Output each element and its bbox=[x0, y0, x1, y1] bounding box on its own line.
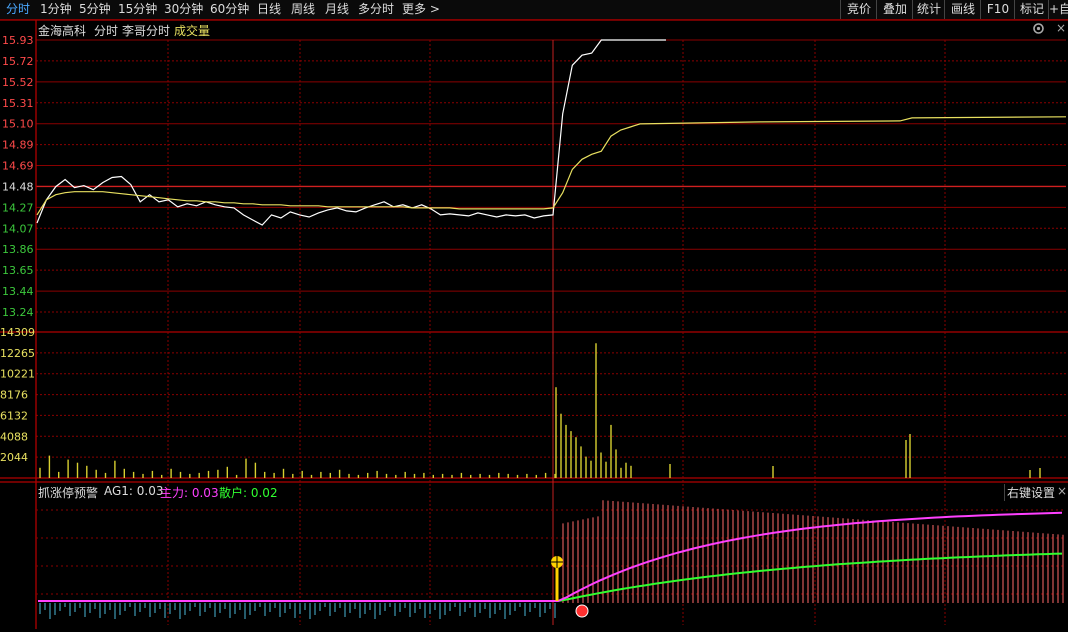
indicator-close-icon[interactable]: × bbox=[1057, 484, 1067, 498]
price-tick-label: 14.27 bbox=[2, 201, 34, 214]
indicator-retail: 散户: 0.02 bbox=[219, 486, 278, 500]
price-tick-label: 13.65 bbox=[2, 264, 34, 277]
price-tick-label: 13.24 bbox=[2, 306, 34, 319]
price-tick-label: 15.93 bbox=[2, 34, 34, 47]
price-tick-label: 14.07 bbox=[2, 222, 34, 235]
price-tick-label: 13.44 bbox=[2, 285, 34, 298]
price-tick-label: 13.86 bbox=[2, 243, 34, 256]
indicator-main-force: 主力: 0.03 bbox=[160, 486, 219, 500]
price-tick-label: 14.48 bbox=[2, 180, 34, 193]
right-click-settings[interactable]: 右键设置 bbox=[1004, 484, 1055, 501]
price-tick-label: 14.69 bbox=[2, 160, 34, 173]
price-tick-label: 15.31 bbox=[2, 97, 34, 110]
volume-tick-label: 6132 bbox=[0, 409, 28, 422]
indicator-name: 抓涨停预警 bbox=[38, 486, 99, 500]
volume-tick-label: 14309 bbox=[0, 326, 35, 339]
price-tick-label: 15.10 bbox=[2, 118, 34, 131]
price-tick-label: 15.72 bbox=[2, 55, 34, 68]
volume-tick-label: 4088 bbox=[0, 430, 28, 443]
volume-tick-label: 12265 bbox=[0, 347, 35, 360]
price-tick-label: 14.89 bbox=[2, 139, 34, 152]
volume-tick-label: 10221 bbox=[0, 368, 35, 381]
price-line bbox=[36, 39, 666, 226]
volume-tick-label: 8176 bbox=[0, 389, 28, 402]
volume-tick-label: 2044 bbox=[0, 451, 28, 464]
intraday-chart: 15.93 15.72 15.52 15.31 15.10 14.89 14.69 14.48… bbox=[0, 19, 1068, 629]
ball-marker-icon bbox=[575, 604, 589, 618]
price-tick-label: 15.52 bbox=[2, 76, 34, 89]
indicator-ag1: AG1: 0.03 bbox=[104, 484, 164, 498]
